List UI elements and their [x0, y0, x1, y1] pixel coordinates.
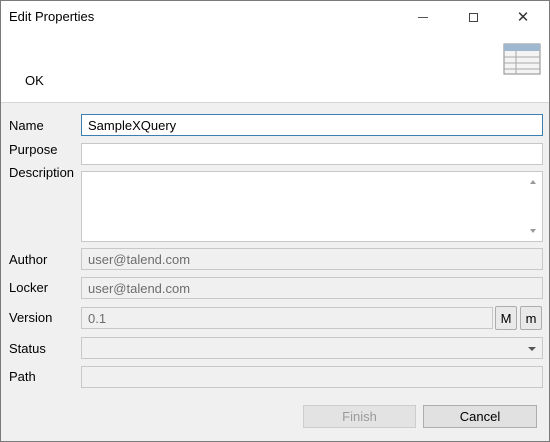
version-field — [81, 307, 493, 329]
description-textarea[interactable] — [81, 171, 543, 242]
version-label: Version — [9, 310, 53, 325]
description-scrollbar[interactable] — [525, 172, 542, 241]
title-bar: Edit Properties ✕ — [1, 1, 549, 33]
path-label: Path — [9, 369, 36, 384]
chevron-down-icon[interactable] — [528, 347, 536, 351]
edit-properties-dialog: Edit Properties ✕ OK Name Purpose Descri… — [0, 0, 550, 442]
minor-version-button[interactable]: m — [520, 306, 542, 330]
author-field — [81, 248, 543, 270]
path-field — [81, 366, 543, 388]
name-input[interactable] — [81, 114, 543, 136]
purpose-label: Purpose — [9, 142, 58, 157]
minimize-button[interactable] — [400, 1, 446, 33]
maximize-button[interactable] — [450, 1, 496, 33]
header-banner: OK — [1, 33, 549, 103]
status-message: OK — [25, 73, 44, 88]
window-title: Edit Properties — [9, 9, 95, 24]
minimize-icon — [418, 16, 428, 18]
description-label: Description — [9, 165, 75, 180]
major-version-button[interactable]: M — [495, 306, 517, 330]
close-button[interactable]: ✕ — [500, 1, 546, 33]
locker-label: Locker — [9, 280, 49, 295]
cancel-button[interactable]: Cancel — [423, 405, 537, 428]
close-icon: ✕ — [516, 8, 530, 26]
status-select[interactable] — [81, 337, 543, 359]
scroll-up-icon[interactable] — [530, 180, 536, 184]
scroll-down-icon[interactable] — [530, 229, 536, 233]
status-label: Status — [9, 341, 46, 356]
author-label: Author — [9, 252, 48, 267]
table-icon — [503, 43, 541, 75]
finish-button[interactable]: Finish — [303, 405, 416, 428]
purpose-input[interactable] — [81, 143, 543, 165]
maximize-icon — [468, 12, 478, 22]
name-label: Name — [9, 118, 44, 133]
locker-field — [81, 277, 543, 299]
